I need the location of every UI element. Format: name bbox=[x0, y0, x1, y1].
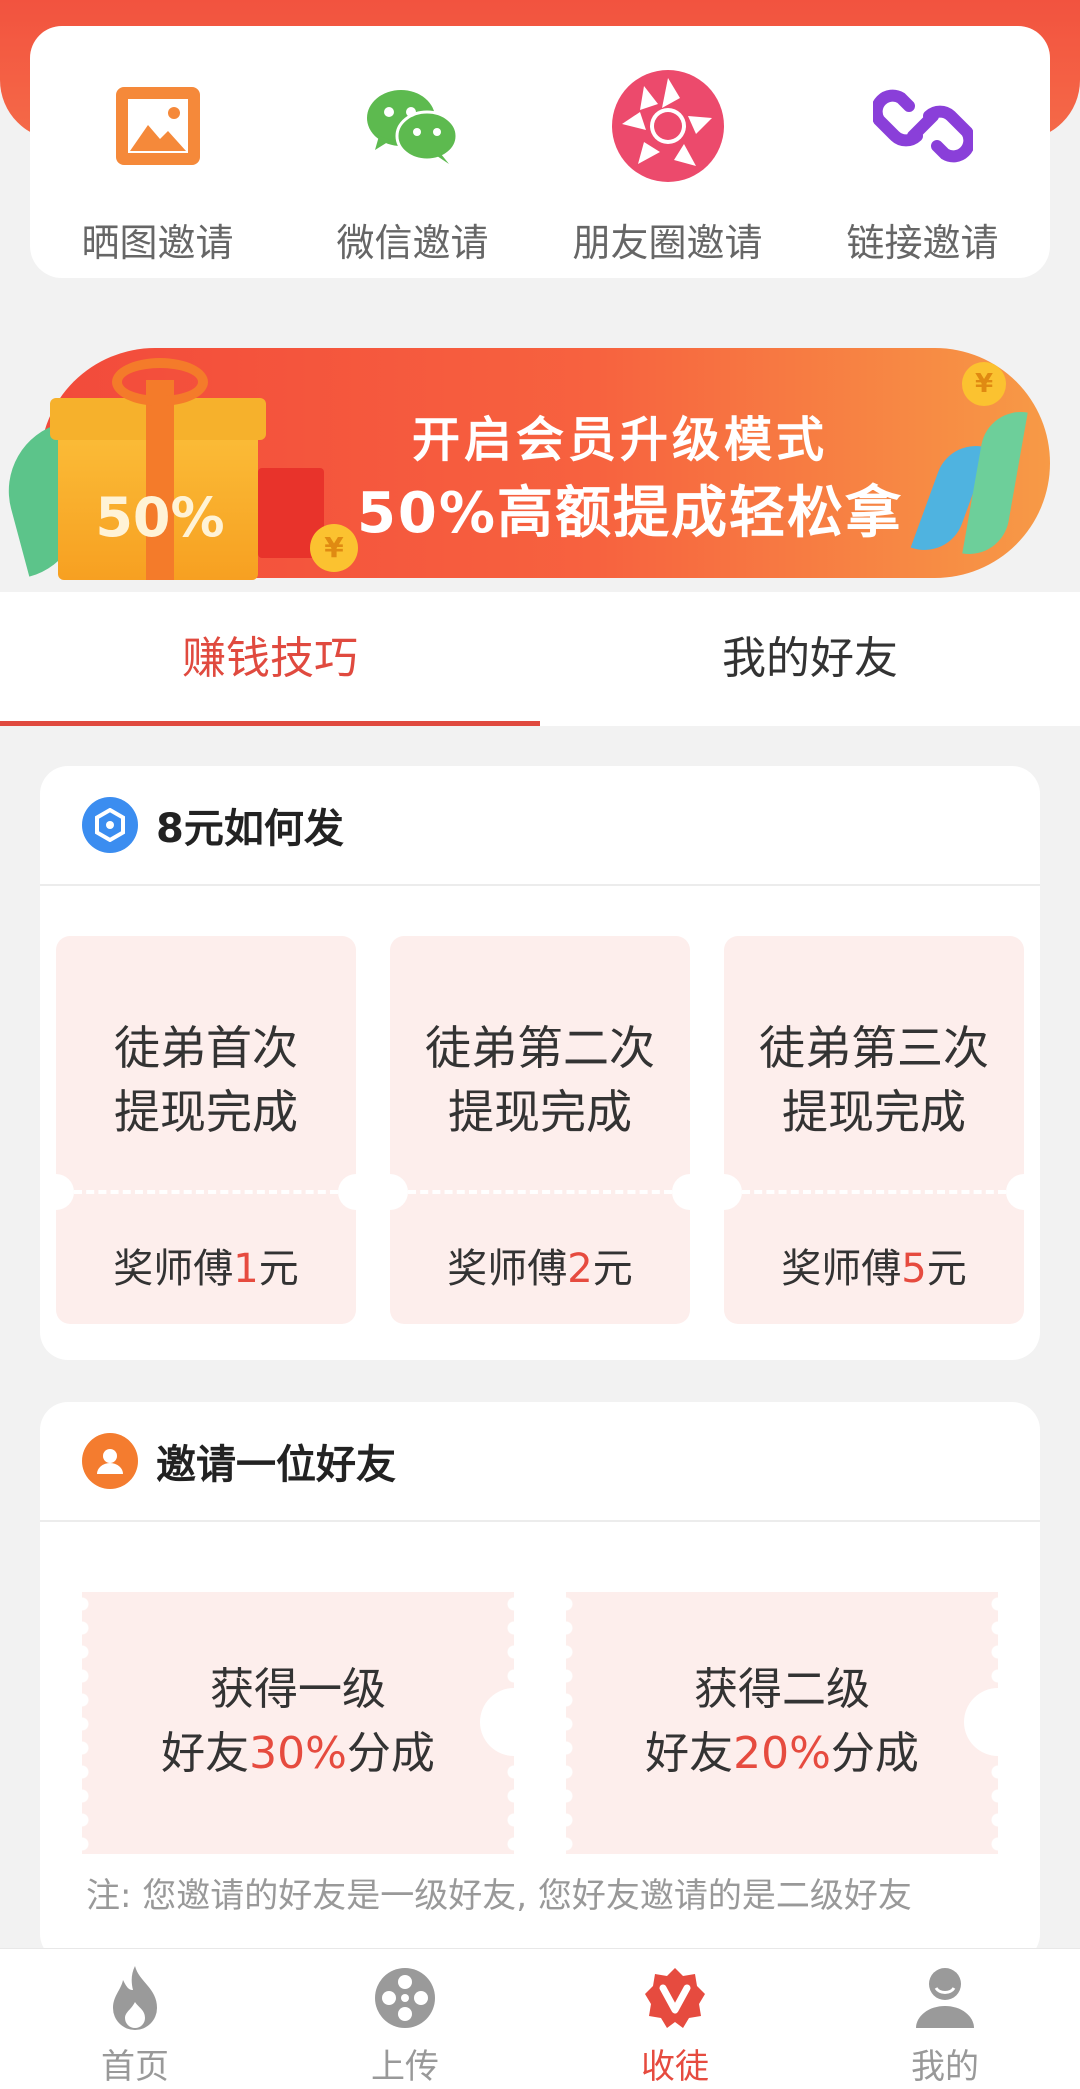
coupon-prefix: 好友 bbox=[645, 1728, 734, 1779]
coupon-percent: 30% bbox=[249, 1728, 347, 1779]
reward-amount: 5 bbox=[901, 1246, 927, 1292]
reward-tickets: 徒弟首次 提现完成 奖师傅1元 徒弟第二次 提现完成 奖师傅2元 徒弟第三次 提… bbox=[56, 936, 1024, 1324]
ticket-reward: 奖师傅5元 bbox=[724, 1236, 1024, 1294]
reward-suffix: 元 bbox=[926, 1246, 967, 1292]
coupon-suffix: 分成 bbox=[830, 1728, 919, 1779]
ticket-condition: 徒弟首次 提现完成 bbox=[56, 1016, 356, 1144]
coupon-text: 获得一级 好友30%分成 bbox=[82, 1658, 514, 1786]
ticket-divider bbox=[74, 1190, 338, 1194]
banner-title: 开启会员升级模式 bbox=[411, 412, 828, 468]
hexagon-icon bbox=[82, 797, 138, 853]
reward-ticket: 徒弟首次 提现完成 奖师傅1元 bbox=[56, 936, 356, 1324]
film-reel-icon bbox=[370, 1963, 440, 2033]
coupon-line: 获得二级 bbox=[694, 1664, 870, 1715]
banner-subtitle: 50%高额提成轻松拿 bbox=[356, 481, 904, 546]
invite-friend-card: 邀请一位好友 获得一级 好友30%分成 获得二级 好友20%分成 注: 您邀请的… bbox=[40, 1402, 1040, 1962]
card-header: 8元如何发 bbox=[40, 766, 1040, 886]
ticket-notch bbox=[338, 1174, 356, 1210]
tab-earning-tips[interactable]: 赚钱技巧 bbox=[0, 592, 540, 726]
nav-label: 首页 bbox=[101, 2047, 169, 2087]
v-badge-icon bbox=[640, 1963, 710, 2033]
coupon-percent: 20% bbox=[733, 1728, 831, 1779]
ticket-notch bbox=[390, 1174, 408, 1210]
user-icon bbox=[82, 1433, 138, 1489]
coin-icon: ¥ bbox=[962, 362, 1006, 406]
reward-ticket: 徒弟第三次 提现完成 奖师傅5元 bbox=[724, 936, 1024, 1324]
reward-amount: 2 bbox=[567, 1246, 593, 1292]
share-image-invite[interactable]: 晒图邀请 bbox=[43, 26, 273, 267]
membership-banner[interactable]: 50% ¥ 开启会员升级模式 50%高额提成轻松拿 ¥ bbox=[0, 318, 1080, 580]
coupon-text: 获得二级 好友20%分成 bbox=[566, 1658, 998, 1786]
wechat-icon bbox=[353, 66, 473, 186]
card-header: 邀请一位好友 bbox=[40, 1402, 1040, 1522]
share-label: 晒图邀请 bbox=[81, 221, 234, 265]
share-link-invite[interactable]: 链接邀请 bbox=[808, 26, 1038, 267]
ticket-line: 徒弟首次 bbox=[114, 1021, 298, 1075]
card-title: 邀请一位好友 bbox=[156, 1442, 396, 1488]
ticket-notch bbox=[1006, 1174, 1024, 1210]
reward-prefix: 奖师傅 bbox=[113, 1246, 234, 1292]
nav-mine[interactable]: 我的 bbox=[810, 1949, 1080, 2089]
content-tabs: 赚钱技巧 我的好友 bbox=[0, 592, 1080, 726]
invite-note: 注: 您邀请的好友是一级好友, 您好友邀请的是二级好友 bbox=[86, 1876, 912, 1916]
ticket-reward: 奖师傅2元 bbox=[390, 1236, 690, 1294]
share-label: 链接邀请 bbox=[846, 221, 999, 265]
commission-coupon: 获得二级 好友20%分成 bbox=[566, 1592, 1032, 1854]
moments-icon bbox=[608, 66, 728, 186]
ticket-reward: 奖师傅1元 bbox=[56, 1236, 356, 1294]
reward-ticket: 徒弟第二次 提现完成 奖师傅2元 bbox=[390, 936, 690, 1324]
reward-suffix: 元 bbox=[592, 1246, 633, 1292]
share-moments-invite[interactable]: 朋友圈邀请 bbox=[553, 26, 783, 267]
card-title: 8元如何发 bbox=[156, 806, 344, 852]
coupon-prefix: 好友 bbox=[161, 1728, 250, 1779]
ticket-condition: 徒弟第三次 提现完成 bbox=[724, 1016, 1024, 1144]
share-options-card: 晒图邀请 微信邀请 朋友圈邀请 链接邀请 bbox=[30, 26, 1050, 278]
ticket-notch bbox=[672, 1174, 690, 1210]
reward-prefix: 奖师傅 bbox=[781, 1246, 902, 1292]
flame-icon bbox=[100, 1963, 170, 2033]
ticket-divider bbox=[742, 1190, 1006, 1194]
gift-percent-text: 50% bbox=[95, 486, 225, 549]
coupon-line: 好友20%分成 bbox=[566, 1722, 998, 1786]
share-label: 微信邀请 bbox=[336, 221, 489, 265]
coupon-line: 获得一级 bbox=[210, 1664, 386, 1715]
tab-my-friends[interactable]: 我的好友 bbox=[540, 592, 1080, 726]
ticket-line: 提现完成 bbox=[114, 1085, 298, 1139]
reward-amount: 1 bbox=[233, 1246, 259, 1292]
ticket-condition: 徒弟第二次 提现完成 bbox=[390, 1016, 690, 1144]
person-icon bbox=[910, 1963, 980, 2033]
ticket-divider bbox=[408, 1190, 672, 1194]
image-icon bbox=[98, 66, 218, 186]
nav-label: 我的 bbox=[911, 2047, 979, 2087]
coupon-line: 好友30%分成 bbox=[82, 1722, 514, 1786]
gift-ribbon bbox=[146, 380, 174, 580]
reward-suffix: 元 bbox=[258, 1246, 299, 1292]
share-label: 朋友圈邀请 bbox=[572, 221, 763, 265]
ticket-line: 徒弟第二次 bbox=[425, 1021, 655, 1075]
reward-prefix: 奖师傅 bbox=[447, 1246, 568, 1292]
earn-rules-card: 8元如何发 徒弟首次 提现完成 奖师傅1元 徒弟第二次 提现完成 奖师傅2元 徒 bbox=[40, 766, 1040, 1360]
nav-home[interactable]: 首页 bbox=[0, 1949, 270, 2089]
share-wechat-invite[interactable]: 微信邀请 bbox=[298, 26, 528, 267]
nav-label: 上传 bbox=[371, 2047, 439, 2087]
coupon-suffix: 分成 bbox=[346, 1728, 435, 1779]
ticket-notch bbox=[56, 1174, 74, 1210]
ticket-line: 提现完成 bbox=[448, 1085, 632, 1139]
bottom-navbar: 首页 上传 收徒 我的 bbox=[0, 1948, 1080, 2089]
nav-recruit[interactable]: 收徒 bbox=[540, 1949, 810, 2089]
link-icon bbox=[863, 66, 983, 186]
ticket-line: 提现完成 bbox=[782, 1085, 966, 1139]
ticket-notch bbox=[724, 1174, 742, 1210]
nav-upload[interactable]: 上传 bbox=[270, 1949, 540, 2089]
ticket-line: 徒弟第三次 bbox=[759, 1021, 989, 1075]
commission-coupon: 获得一级 好友30%分成 bbox=[82, 1592, 548, 1854]
gift-bow bbox=[112, 358, 208, 406]
nav-label: 收徒 bbox=[641, 2047, 709, 2087]
